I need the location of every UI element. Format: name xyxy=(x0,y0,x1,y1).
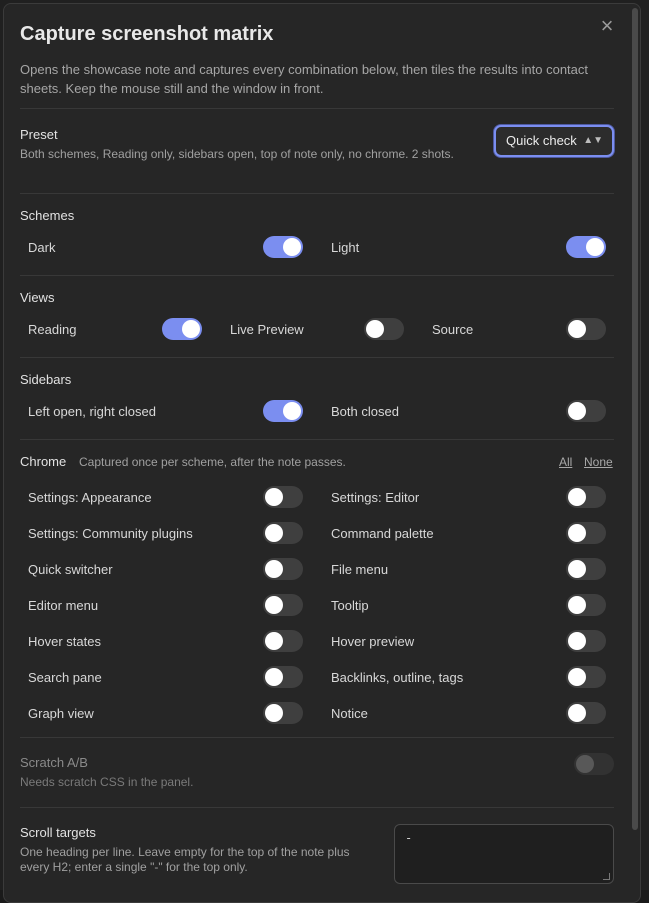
toggle-knob xyxy=(283,238,301,256)
chevron-updown-icon: ▲▼ xyxy=(583,135,603,146)
view-reading-toggle[interactable] xyxy=(162,318,202,340)
chrome-settings-editor-toggle[interactable] xyxy=(566,486,606,508)
chrome-none-link[interactable]: None xyxy=(584,455,613,469)
toggle-knob xyxy=(265,488,283,506)
chrome-settings-community-plugins-toggle[interactable] xyxy=(263,522,303,544)
view-source-label: Source xyxy=(432,322,474,337)
divider xyxy=(20,108,614,109)
toggle-knob xyxy=(265,560,283,578)
toggle-knob xyxy=(568,668,586,686)
toggle-knob xyxy=(568,524,586,542)
toggle-knob xyxy=(568,560,586,578)
view-source-toggle[interactable] xyxy=(566,318,606,340)
scratch-title: Scratch A/B xyxy=(20,755,88,770)
chrome-quick-switcher-label: Quick switcher xyxy=(28,562,113,577)
divider xyxy=(20,439,614,440)
chrome-hover-states-toggle[interactable] xyxy=(263,630,303,652)
toggle-knob xyxy=(265,632,283,650)
scroll-targets-value: - xyxy=(405,831,413,845)
scheme-light-toggle[interactable] xyxy=(566,236,606,258)
divider xyxy=(20,357,614,358)
chrome-all-link[interactable]: All xyxy=(559,455,572,469)
chrome-editor-menu-label: Editor menu xyxy=(28,598,99,613)
chrome-hover-preview-label: Hover preview xyxy=(331,634,415,649)
scheme-dark-toggle[interactable] xyxy=(263,236,303,258)
view-live-preview-label: Live Preview xyxy=(230,322,304,337)
sidebar-both-closed-label: Both closed xyxy=(331,404,399,419)
schemes-title: Schemes xyxy=(20,208,75,223)
chrome-hover-preview-toggle[interactable] xyxy=(566,630,606,652)
chrome-graph-view-label: Graph view xyxy=(28,706,94,721)
toggle-knob xyxy=(182,320,200,338)
chrome-search-pane-toggle[interactable] xyxy=(263,666,303,688)
scratch-toggle[interactable] xyxy=(574,753,614,775)
divider xyxy=(20,737,614,738)
toggle-knob xyxy=(366,320,384,338)
divider xyxy=(20,275,614,276)
sidebar-left-open-toggle[interactable] xyxy=(263,400,303,422)
toggle-knob xyxy=(568,488,586,506)
toggle-knob xyxy=(568,320,586,338)
toggle-knob xyxy=(586,238,604,256)
chrome-notice-toggle[interactable] xyxy=(566,702,606,724)
preset-select[interactable]: Quick check ▲▼ xyxy=(494,125,614,157)
toggle-knob xyxy=(568,596,586,614)
chrome-backlinks-outline-tags-toggle[interactable] xyxy=(566,666,606,688)
close-icon[interactable]: × xyxy=(597,15,617,37)
chrome-file-menu-toggle[interactable] xyxy=(566,558,606,580)
chrome-note: Captured once per scheme, after the note… xyxy=(79,455,346,469)
chrome-title: Chrome xyxy=(20,454,67,469)
divider xyxy=(20,807,614,808)
toggle-knob xyxy=(576,755,594,773)
chrome-tooltip-label: Tooltip xyxy=(331,598,369,613)
chrome-settings-community-plugins-label: Settings: Community plugins xyxy=(28,526,193,541)
chrome-backlinks-outline-tags-label: Backlinks, outline, tags xyxy=(331,670,464,685)
chrome-command-palette-label: Command palette xyxy=(331,526,434,541)
sidebar-left-open-label: Left open, right closed xyxy=(28,404,156,419)
toggle-knob xyxy=(568,704,586,722)
modal-description: Opens the showcase note and captures eve… xyxy=(20,62,589,96)
preset-title: Preset xyxy=(20,127,58,142)
view-live-preview-toggle[interactable] xyxy=(364,318,404,340)
scroll-targets-textarea[interactable]: - xyxy=(394,824,614,884)
view-reading-label: Reading xyxy=(28,322,77,337)
toggle-knob xyxy=(265,596,283,614)
sidebar-both-closed-toggle[interactable] xyxy=(566,400,606,422)
toggle-knob xyxy=(265,668,283,686)
chrome-editor-menu-toggle[interactable] xyxy=(263,594,303,616)
toggle-knob xyxy=(265,704,283,722)
scroll-targets-description: One heading per line. Leave empty for th… xyxy=(20,845,350,874)
chrome-settings-editor-label: Settings: Editor xyxy=(331,490,420,505)
chrome-command-palette-toggle[interactable] xyxy=(566,522,606,544)
chrome-graph-view-toggle[interactable] xyxy=(263,702,303,724)
toggle-knob xyxy=(283,402,301,420)
preset-description: Both schemes, Reading only, sidebars ope… xyxy=(20,147,454,161)
sidebars-title: Sidebars xyxy=(20,372,72,387)
chrome-notice-label: Notice xyxy=(331,706,368,721)
toggle-knob xyxy=(568,402,586,420)
views-title: Views xyxy=(20,290,55,305)
modal-title: Capture screenshot matrix xyxy=(20,23,274,45)
scheme-dark-label: Dark xyxy=(28,240,56,255)
chrome-hover-states-label: Hover states xyxy=(28,634,101,649)
modal-scrollbar[interactable] xyxy=(632,8,638,830)
capture-modal: × Capture screenshot matrix Opens the sh… xyxy=(3,3,641,903)
chrome-file-menu-label: File menu xyxy=(331,562,389,577)
chrome-settings-appearance-label: Settings: Appearance xyxy=(28,490,152,505)
preset-selected-value: Quick check xyxy=(506,133,577,148)
toggle-knob xyxy=(265,524,283,542)
resize-handle-icon[interactable] xyxy=(603,873,610,880)
chrome-quick-switcher-toggle[interactable] xyxy=(263,558,303,580)
scratch-description: Needs scratch CSS in the panel. xyxy=(20,775,194,789)
toggle-knob xyxy=(568,632,586,650)
chrome-tooltip-toggle[interactable] xyxy=(566,594,606,616)
scheme-light-label: Light xyxy=(331,240,360,255)
chrome-search-pane-label: Search pane xyxy=(28,670,102,685)
divider xyxy=(20,193,614,194)
chrome-settings-appearance-toggle[interactable] xyxy=(263,486,303,508)
scroll-targets-title: Scroll targets xyxy=(20,825,96,840)
